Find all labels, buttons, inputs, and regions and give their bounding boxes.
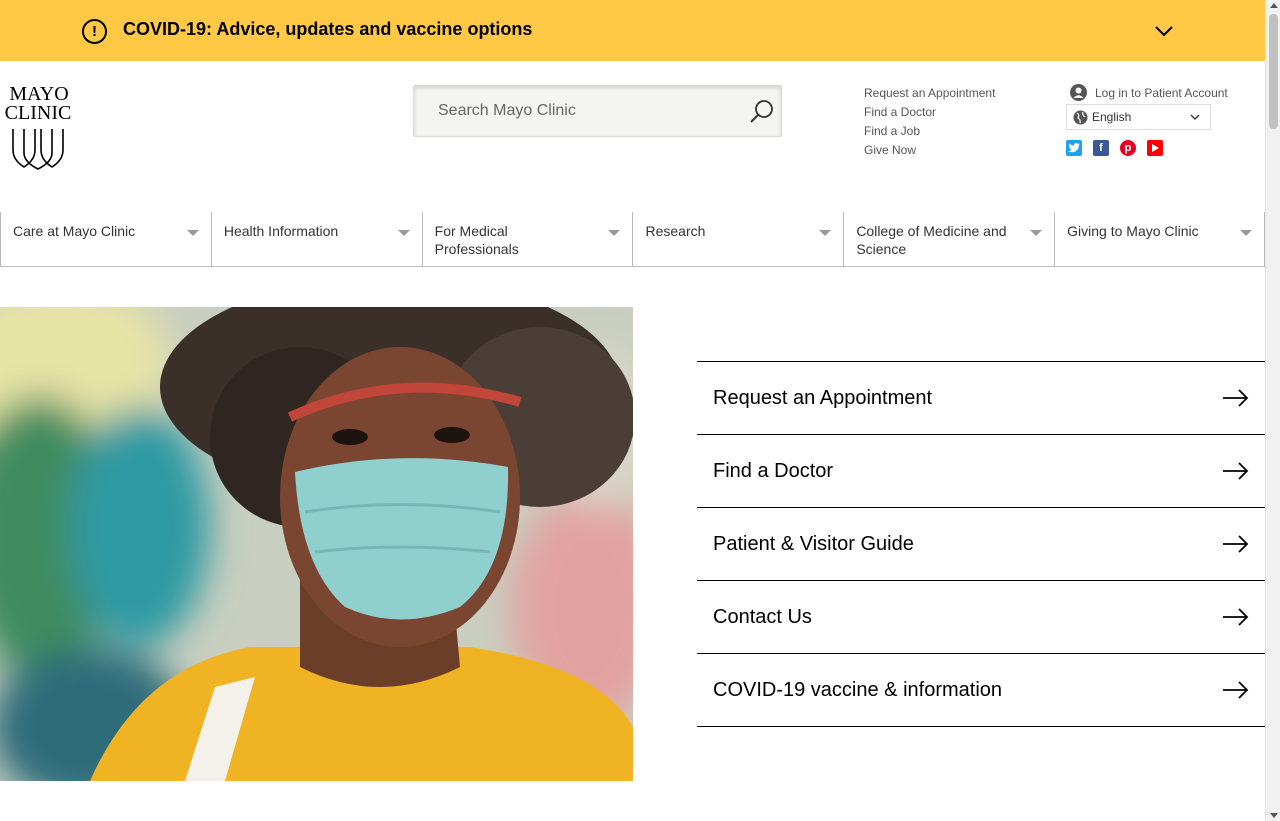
search-box[interactable] <box>413 85 782 137</box>
chevron-down-icon[interactable] <box>1153 20 1175 42</box>
cta-request-appointment[interactable]: Request an Appointment <box>697 362 1265 435</box>
utility-link-find-doctor[interactable]: Find a Doctor <box>864 103 995 122</box>
utility-link-request-appointment[interactable]: Request an Appointment <box>864 84 995 103</box>
patient-account-link[interactable]: Log in to Patient Account <box>1070 84 1228 101</box>
cta-label: Request an Appointment <box>713 386 933 409</box>
nav-item-college[interactable]: College of Medicine and Science <box>843 212 1055 267</box>
caret-down-icon <box>608 230 621 236</box>
arrow-right-icon <box>1223 681 1249 699</box>
caret-down-icon <box>186 230 199 236</box>
main-nav: Care at Mayo Clinic Health Information F… <box>0 212 1265 268</box>
scroll-down-arrow-icon[interactable] <box>1270 813 1278 818</box>
cta-label: Find a Doctor <box>713 459 834 482</box>
nav-item-research[interactable]: Research <box>632 212 844 267</box>
mayo-clinic-logo[interactable]: MAYO CLINIC <box>0 83 80 174</box>
cta-label: Contact Us <box>713 605 812 628</box>
nav-label: College of Medicine and Science <box>856 223 1007 257</box>
nav-label: Research <box>645 223 706 239</box>
nav-item-medical-professionals[interactable]: For Medical Professionals <box>421 212 633 267</box>
pinterest-icon[interactable]: p <box>1120 140 1136 156</box>
arrow-right-icon <box>1223 389 1249 407</box>
caret-down-icon <box>1239 230 1252 236</box>
logo-line-2: CLINIC <box>5 102 72 124</box>
caret-down-icon <box>1030 230 1043 236</box>
language-value: English <box>1092 110 1132 124</box>
nav-item-giving[interactable]: Giving to Mayo Clinic <box>1054 212 1265 267</box>
utility-links: Request an Appointment Find a Doctor Fin… <box>864 84 995 160</box>
arrow-right-icon <box>1223 608 1249 626</box>
nav-label: Care at Mayo Clinic <box>13 223 136 239</box>
hero-image <box>0 307 633 781</box>
nav-label: Giving to Mayo Clinic <box>1067 223 1199 239</box>
language-select[interactable]: English <box>1066 104 1211 130</box>
cta-find-doctor[interactable]: Find a Doctor <box>697 435 1265 508</box>
alert-title[interactable]: COVID-19: Advice, updates and vaccine op… <box>123 19 532 40</box>
covid-alert-banner[interactable]: ! COVID-19: Advice, updates and vaccine … <box>0 0 1265 61</box>
cta-list: Request an Appointment Find a Doctor Pat… <box>697 361 1265 727</box>
nav-label: For Medical Professionals <box>434 223 519 257</box>
cta-patient-visitor-guide[interactable]: Patient & Visitor Guide <box>697 508 1265 581</box>
caret-down-icon <box>397 230 410 236</box>
nav-item-health-information[interactable]: Health Information <box>210 212 422 267</box>
cta-covid-vaccine[interactable]: COVID-19 vaccine & information <box>697 654 1265 727</box>
cta-contact-us[interactable]: Contact Us <box>697 581 1265 654</box>
user-icon <box>1070 84 1087 101</box>
utility-link-find-job[interactable]: Find a Job <box>864 122 995 141</box>
search-icon[interactable] <box>748 97 776 125</box>
scroll-up-arrow-icon[interactable] <box>1270 3 1278 8</box>
search-input[interactable] <box>414 86 734 136</box>
caret-down-icon <box>819 230 832 236</box>
arrow-right-icon <box>1223 462 1249 480</box>
arrow-right-icon <box>1223 535 1249 553</box>
nav-label: Health Information <box>223 223 339 239</box>
youtube-icon[interactable] <box>1147 140 1163 156</box>
facebook-icon[interactable]: f <box>1093 140 1109 156</box>
chevron-down-icon <box>1190 114 1200 120</box>
cta-label: COVID-19 vaccine & information <box>713 678 1003 701</box>
cta-label: Patient & Visitor Guide <box>713 532 914 555</box>
page-scrollbar[interactable] <box>1265 0 1280 821</box>
social-links: f p <box>1066 140 1163 156</box>
twitter-icon[interactable] <box>1066 140 1082 156</box>
utility-link-give-now[interactable]: Give Now <box>864 141 995 160</box>
exclamation-circle-icon: ! <box>82 19 107 44</box>
scroll-thumb[interactable] <box>1269 14 1278 129</box>
login-label: Log in to Patient Account <box>1095 85 1228 100</box>
globe-icon <box>1073 110 1088 124</box>
nav-item-care[interactable]: Care at Mayo Clinic <box>0 212 211 267</box>
